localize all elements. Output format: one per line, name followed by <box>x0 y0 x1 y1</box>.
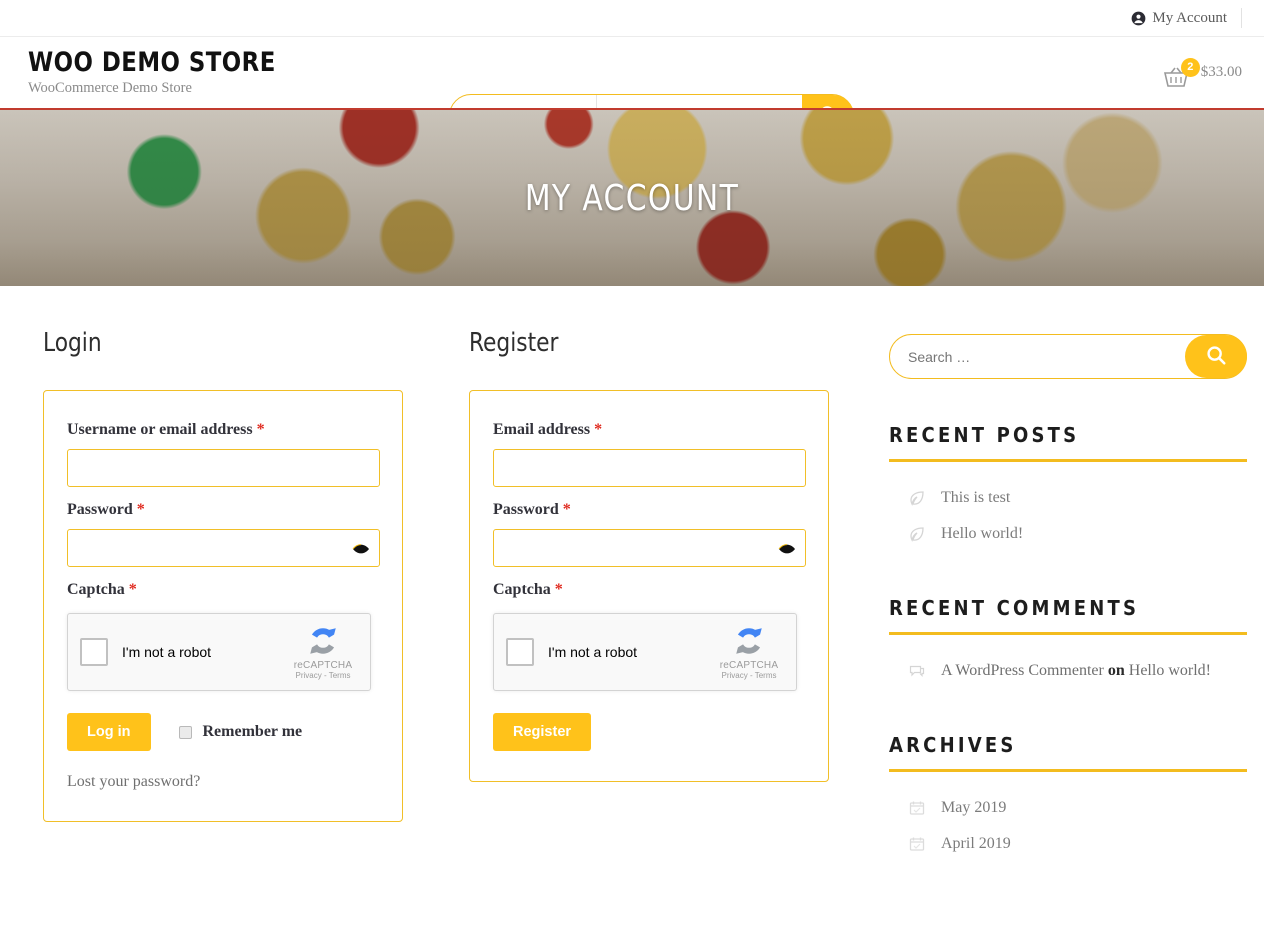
list-item[interactable]: April 2019 <box>889 826 1249 862</box>
login-column: Login Username or email address * Passwo… <box>43 330 435 862</box>
email-input[interactable] <box>493 449 806 487</box>
register-password-wrap <box>493 529 806 567</box>
register-heading: Register <box>469 328 559 358</box>
recaptcha-label: I'm not a robot <box>548 644 638 660</box>
register-button[interactable]: Register <box>493 713 592 751</box>
username-label: Username or email address * <box>67 421 265 438</box>
cart-total: $33.00 <box>1200 64 1242 80</box>
recaptcha-logo-icon <box>710 624 788 658</box>
comment-post-link[interactable]: Hello world! <box>1129 662 1211 679</box>
recent-comments-title: RECENT COMMENTS <box>889 596 1247 635</box>
login-recaptcha[interactable]: I'm not a robot reCAPTCHA Privacy - Term… <box>67 613 371 691</box>
recaptcha-name: reCAPTCHA <box>293 660 353 671</box>
list-item[interactable]: This is test <box>889 480 1249 516</box>
login-password-wrap <box>67 529 380 567</box>
comment-text: A WordPress Commenter on Hello world! <box>941 662 1211 680</box>
login-password-label: Password * <box>67 501 145 518</box>
site-tagline: WooCommerce Demo Store <box>28 80 192 97</box>
my-account-link[interactable]: My Account <box>1131 8 1242 28</box>
login-heading: Login <box>43 328 102 358</box>
login-captcha-label: Captcha * <box>67 581 137 598</box>
sidebar-search-input[interactable] <box>890 347 1185 366</box>
comment-connector: on <box>1107 662 1125 679</box>
calendar-icon <box>909 836 925 852</box>
list-item[interactable]: Hello world! <box>889 516 1249 552</box>
page-title: MY ACCOUNT <box>524 177 740 219</box>
main-content: Login Username or email address * Passwo… <box>0 286 1264 862</box>
recaptcha-checkbox[interactable] <box>506 638 534 666</box>
login-password-input[interactable] <box>67 529 380 567</box>
recaptcha-label: I'm not a robot <box>122 644 212 660</box>
register-actions: Register <box>493 713 806 751</box>
recent-comments-list: A WordPress Commenter on Hello world! <box>889 653 1249 689</box>
list-item[interactable]: A WordPress Commenter on Hello world! <box>889 653 1249 689</box>
login-button[interactable]: Log in <box>67 713 151 751</box>
widget-recent-posts: RECENT POSTS This is test Hello world! <box>889 423 1249 552</box>
recaptcha-brand: reCAPTCHA Privacy - Terms <box>710 624 788 680</box>
remember-me-checkbox[interactable] <box>178 725 192 739</box>
recaptcha-name: reCAPTCHA <box>719 660 779 671</box>
show-password-icon[interactable] <box>352 542 370 554</box>
login-actions: Log in Remember me <box>67 713 380 751</box>
site-header: WOO DEMO STORE WooCommerce Demo Store Al… <box>0 37 1264 138</box>
required-asterisk: * <box>136 501 145 518</box>
archive-link[interactable]: April 2019 <box>941 835 1011 853</box>
username-input[interactable] <box>67 449 380 487</box>
recent-post-link[interactable]: Hello world! <box>941 525 1023 543</box>
login-form: Username or email address * Password * C… <box>43 390 403 822</box>
register-form: Email address * Password * Captcha * I'm… <box>469 390 829 782</box>
required-asterisk: * <box>562 501 571 518</box>
register-password-label: Password * <box>493 501 571 518</box>
list-item[interactable]: May 2019 <box>889 790 1249 826</box>
recent-posts-title: RECENT POSTS <box>889 423 1247 462</box>
sidebar-search <box>889 334 1247 379</box>
required-asterisk: * <box>594 421 603 438</box>
my-account-label: My Account <box>1152 9 1227 26</box>
site-title: WOO DEMO STORE <box>28 47 276 79</box>
show-password-icon[interactable] <box>778 542 796 554</box>
comment-icon <box>909 663 925 679</box>
register-recaptcha[interactable]: I'm not a robot reCAPTCHA Privacy - Term… <box>493 613 797 691</box>
recent-post-link[interactable]: This is test <box>941 489 1010 507</box>
leaf-icon <box>909 490 925 506</box>
search-icon <box>1205 344 1227 369</box>
cart-count-badge: 2 <box>1180 57 1200 77</box>
register-captcha-label: Captcha * <box>493 581 563 598</box>
email-label: Email address * <box>493 421 603 438</box>
brand[interactable]: WOO DEMO STORE WooCommerce Demo Store <box>28 49 448 96</box>
calendar-icon <box>909 800 925 816</box>
leaf-icon <box>909 526 925 542</box>
recaptcha-checkbox[interactable] <box>80 638 108 666</box>
sidebar: RECENT POSTS This is test Hello world! R… <box>889 330 1249 862</box>
required-asterisk: * <box>128 581 137 598</box>
recaptcha-legal[interactable]: Privacy - Terms <box>284 671 362 680</box>
cart-widget[interactable]: 2 $33.00 <box>1163 37 1242 108</box>
recaptcha-legal[interactable]: Privacy - Terms <box>710 671 788 680</box>
sidebar-search-button[interactable] <box>1185 335 1247 378</box>
top-bar: My Account <box>0 0 1264 37</box>
required-asterisk: * <box>256 421 265 438</box>
widget-recent-comments: RECENT COMMENTS A WordPress Commenter on… <box>889 596 1249 689</box>
remember-me-label: Remember me <box>202 723 303 740</box>
recaptcha-brand: reCAPTCHA Privacy - Terms <box>284 624 362 680</box>
comment-author-link[interactable]: A WordPress Commenter <box>941 662 1104 679</box>
recaptcha-logo-icon <box>284 624 362 658</box>
widget-archives: ARCHIVES May 2019 April 2019 <box>889 733 1249 862</box>
archives-list: May 2019 April 2019 <box>889 790 1249 862</box>
archives-title: ARCHIVES <box>889 733 1247 772</box>
register-column: Register Email address * Password * Capt… <box>469 330 829 862</box>
lost-password-link[interactable]: Lost your password? <box>67 773 380 791</box>
user-circle-icon <box>1131 11 1146 26</box>
page-hero: MY ACCOUNT <box>0 108 1264 286</box>
recent-posts-list: This is test Hello world! <box>889 480 1249 552</box>
archive-link[interactable]: May 2019 <box>941 799 1006 817</box>
register-password-input[interactable] <box>493 529 806 567</box>
cart-icon-box: 2 <box>1163 57 1200 87</box>
required-asterisk: * <box>554 581 563 598</box>
